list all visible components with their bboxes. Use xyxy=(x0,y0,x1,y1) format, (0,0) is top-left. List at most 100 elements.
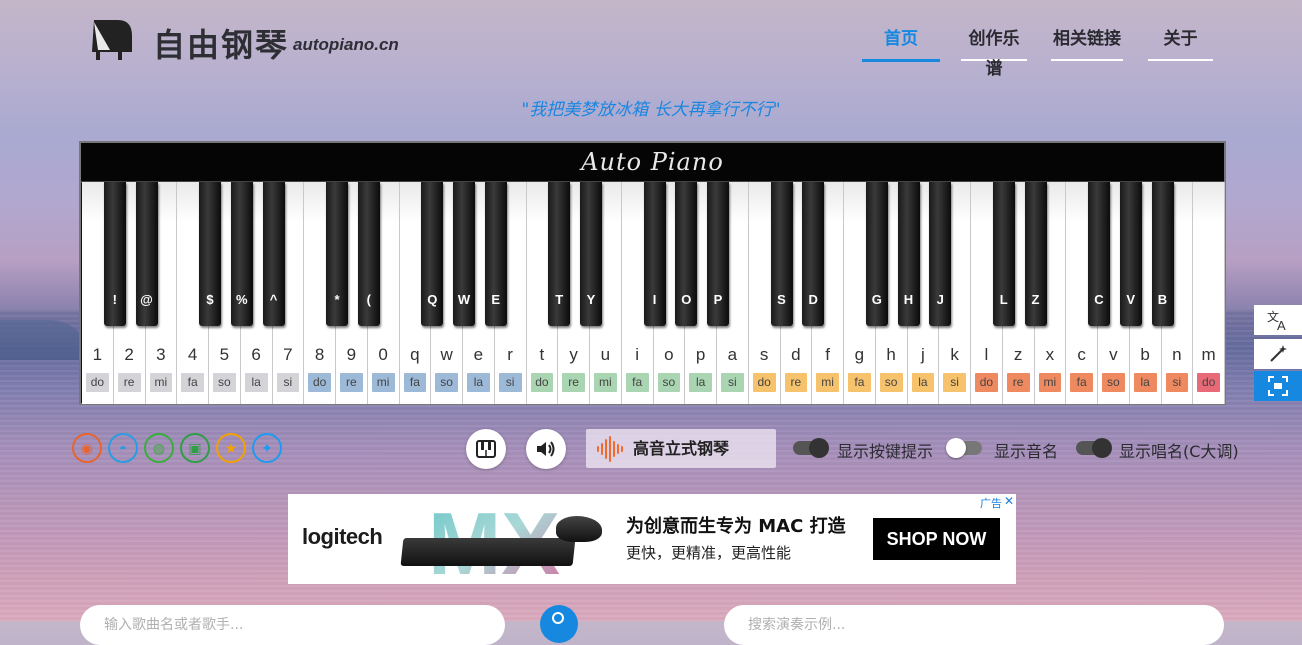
nav-compose[interactable]: 创作乐谱 xyxy=(961,24,1027,79)
black-key-label: ! xyxy=(112,292,117,307)
douban-icon[interactable]: ▣ xyxy=(180,433,210,463)
nav-links[interactable]: 相关链接 xyxy=(1051,24,1123,61)
black-key[interactable]: O xyxy=(675,182,698,326)
black-key[interactable]: T xyxy=(548,182,571,326)
piano-fallboard: Auto Piano xyxy=(81,143,1224,183)
search-icon xyxy=(552,612,564,624)
nav-about[interactable]: 关于 xyxy=(1148,24,1213,61)
white-key-label: 6 xyxy=(251,345,261,364)
demo-search-placeholder: 搜索演奏示例... xyxy=(748,617,846,633)
white-key-label: i xyxy=(635,345,640,364)
ad-shop-now-button[interactable]: SHOP NOW xyxy=(873,518,1000,560)
black-key[interactable]: W xyxy=(453,182,475,326)
toggle-key-hints[interactable] xyxy=(793,438,829,458)
solfege-label: so xyxy=(1102,373,1125,392)
toggle-solfege[interactable] xyxy=(1076,438,1112,458)
black-key[interactable]: @ xyxy=(135,182,158,326)
solfege-label: fa xyxy=(403,373,427,392)
white-key-label: 7 xyxy=(283,345,293,364)
white-key-label: 2 xyxy=(124,345,134,364)
white-key-label: t xyxy=(539,345,545,364)
search-button[interactable] xyxy=(540,605,578,643)
solfege-label: la xyxy=(689,373,712,392)
piano-logo-icon[interactable] xyxy=(88,16,134,62)
black-key[interactable]: L xyxy=(992,182,1015,326)
black-key[interactable]: Y xyxy=(580,182,602,326)
black-key-label: ^ xyxy=(269,292,278,307)
ad-close-icon[interactable]: ✕ xyxy=(1004,494,1014,508)
solfege-label: mi xyxy=(1038,373,1062,392)
black-key[interactable]: Z xyxy=(1024,182,1047,326)
solfege-label: si xyxy=(943,373,966,392)
wechat-icon[interactable]: ◍ xyxy=(144,433,174,463)
black-key[interactable]: $ xyxy=(199,182,221,326)
black-key[interactable]: ! xyxy=(103,182,126,326)
instrument-selector[interactable]: 高音立式钢琴 xyxy=(586,429,776,468)
song-search-placeholder: 输入歌曲名或者歌手... xyxy=(104,617,244,633)
black-key-label: L xyxy=(999,292,1008,307)
black-key[interactable]: D xyxy=(802,182,825,326)
black-key-label: J xyxy=(936,292,944,307)
white-key-label: a xyxy=(727,345,738,364)
site-domain: autopiano.cn xyxy=(293,35,399,54)
white-key-label: 0 xyxy=(378,345,388,364)
translate-icon: 文 A xyxy=(1267,309,1286,331)
black-key[interactable]: E xyxy=(484,182,507,326)
black-key-label: H xyxy=(903,292,914,307)
solfege-label: fa xyxy=(848,373,871,392)
black-key[interactable]: % xyxy=(230,182,253,326)
black-key-label: D xyxy=(808,292,818,307)
solfege-label: fa xyxy=(1070,373,1093,392)
qzone-icon[interactable]: ★ xyxy=(216,433,246,463)
black-key[interactable]: Q xyxy=(421,182,444,326)
instrument-name: 高音立式钢琴 xyxy=(633,439,730,458)
white-key-label: 8 xyxy=(314,345,325,364)
white-key-label: m xyxy=(1201,345,1216,364)
black-key[interactable]: * xyxy=(326,182,348,326)
black-key[interactable]: ( xyxy=(357,182,380,326)
song-search-input[interactable]: 输入歌曲名或者歌手... xyxy=(80,605,505,645)
black-key-label: C xyxy=(1094,292,1104,307)
volume-button[interactable] xyxy=(526,429,566,469)
piano-keys-icon xyxy=(476,440,496,458)
svg-text:A: A xyxy=(1277,318,1286,331)
black-key[interactable]: J xyxy=(929,182,952,326)
black-key-label: ( xyxy=(366,292,371,307)
ad-mouse-image xyxy=(556,516,602,542)
solfege-label: so xyxy=(435,373,458,392)
solfege-label: do xyxy=(86,373,109,392)
white-key-label: y xyxy=(569,345,578,364)
black-key-label: O xyxy=(681,292,692,307)
white-key[interactable]: m do xyxy=(1193,182,1225,404)
magic-tool-button[interactable] xyxy=(1254,339,1302,369)
translate-button[interactable]: 文 A xyxy=(1254,305,1302,335)
white-key-label: u xyxy=(600,345,611,364)
black-key[interactable]: H xyxy=(897,182,920,326)
black-key[interactable]: V xyxy=(1119,182,1142,326)
keyboard-mode-button[interactable] xyxy=(466,429,506,469)
black-key-label: $ xyxy=(206,292,214,307)
toggle-note-names[interactable] xyxy=(946,438,982,458)
screenshot-button[interactable] xyxy=(1254,371,1302,401)
sound-wave-icon xyxy=(597,436,623,462)
white-key-label: 5 xyxy=(219,345,230,364)
ad-subtitle: 更快，更精准，更高性能 xyxy=(626,544,792,562)
black-key[interactable]: C xyxy=(1088,182,1110,326)
ad-brand-logo: logitech xyxy=(302,524,383,549)
black-key[interactable]: ^ xyxy=(262,182,285,326)
advertisement-banner[interactable]: logitech MX 为创意而生专为 MAC 打造 更快，更精准，更高性能 S… xyxy=(288,494,1016,584)
qq-icon[interactable]: ◓ xyxy=(108,433,138,463)
black-key[interactable]: G xyxy=(865,182,888,326)
solfege-label: la xyxy=(244,373,268,392)
weibo-icon[interactable]: ◉ xyxy=(72,433,102,463)
demo-search-input[interactable]: 搜索演奏示例... xyxy=(724,605,1224,645)
white-key-label: d xyxy=(791,345,801,364)
site-title[interactable]: 自由钢琴 xyxy=(153,20,289,66)
black-key[interactable]: P xyxy=(707,182,729,326)
nav-home[interactable]: 首页 xyxy=(862,24,940,62)
black-key[interactable]: B xyxy=(1151,182,1174,326)
solfege-label: do xyxy=(752,373,776,392)
twitter-icon[interactable]: ✦ xyxy=(252,433,282,463)
black-key[interactable]: I xyxy=(643,182,666,326)
black-key[interactable]: S xyxy=(770,182,793,326)
